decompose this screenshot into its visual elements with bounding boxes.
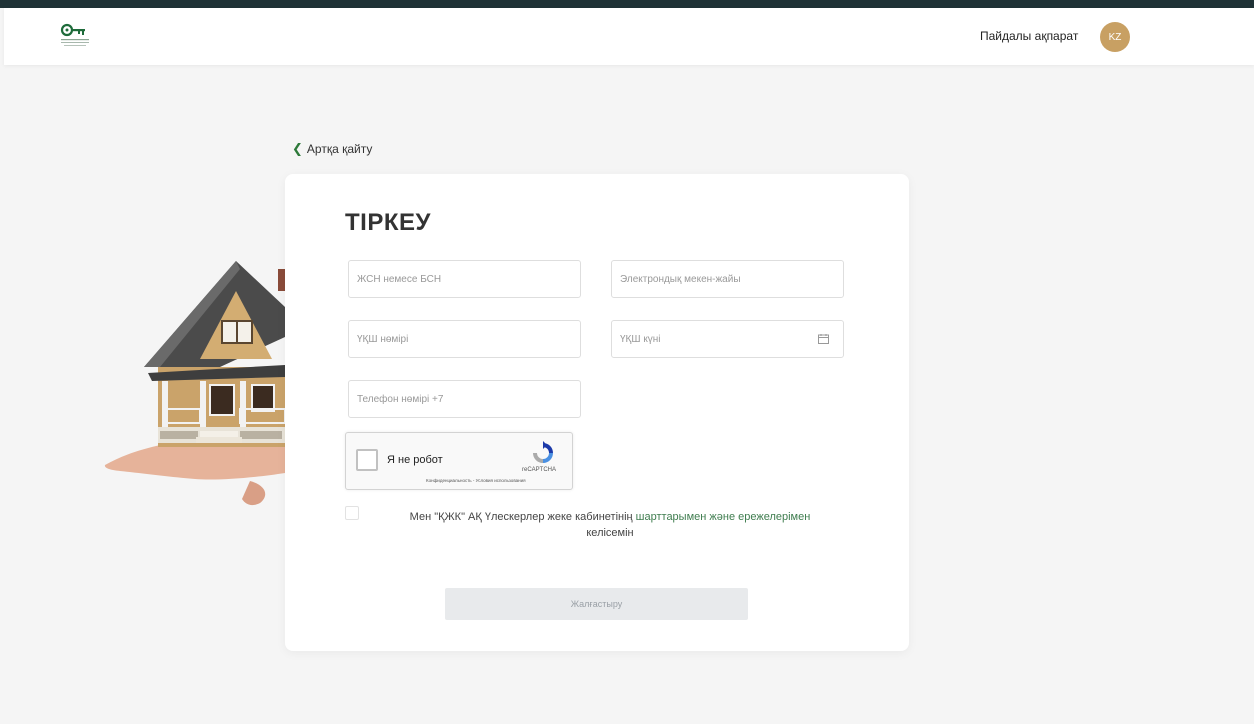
language-switch-button[interactable]: KZ <box>1100 22 1130 52</box>
recaptcha-checkbox[interactable] <box>356 449 378 471</box>
agreement-text-before: Мен "ҚЖК" АҚ Үлескерлер жеке кабинетінің <box>409 511 636 523</box>
terms-link[interactable]: шарттарымен және ережелерімен <box>636 511 811 523</box>
house-in-hand-illustration <box>104 261 286 506</box>
email-input[interactable] <box>611 260 844 298</box>
phone-input[interactable] <box>348 380 581 418</box>
calendar-icon[interactable] <box>818 334 829 344</box>
id-number-input[interactable] <box>348 320 581 358</box>
recaptcha-brand: reCAPTCHA <box>522 467 557 473</box>
recaptcha-widget: Я не робот reCAPTCHA Конфиденциальность … <box>345 432 573 490</box>
header: Пайдалы ақпарат KZ <box>4 8 1254 65</box>
agreement-text: Мен "ҚЖК" АҚ Үлескерлер жеке кабинетінің… <box>385 509 835 541</box>
id-date-placeholder: ҮҚШ күні <box>620 333 661 345</box>
form-title: ТІРКЕУ <box>345 209 431 236</box>
recaptcha-label: Я не робот <box>387 454 443 466</box>
agreement-checkbox[interactable] <box>345 506 359 520</box>
registration-card: ТІРКЕУ ҮҚШ күні Я не робот reCAPTCHA Кон… <box>285 174 909 651</box>
recaptcha-logo-icon <box>533 441 553 463</box>
agreement-text-after: келісемін <box>586 527 634 539</box>
iin-input[interactable] <box>348 260 581 298</box>
chevron-left-icon: ❮ <box>292 141 303 156</box>
back-link-label: Артқа қайту <box>306 142 373 156</box>
back-link[interactable]: ❮ Артқа қайту <box>292 141 372 157</box>
id-date-input[interactable]: ҮҚШ күні <box>611 320 844 358</box>
window-top-bar <box>0 0 1254 8</box>
recaptcha-links[interactable]: Конфиденциальность - Условия использован… <box>426 478 526 483</box>
continue-button[interactable]: Жалғастыру <box>445 588 748 620</box>
nav-useful-info-link[interactable]: Пайдалы ақпарат <box>980 29 1078 43</box>
key-logo-icon[interactable] <box>58 22 92 48</box>
